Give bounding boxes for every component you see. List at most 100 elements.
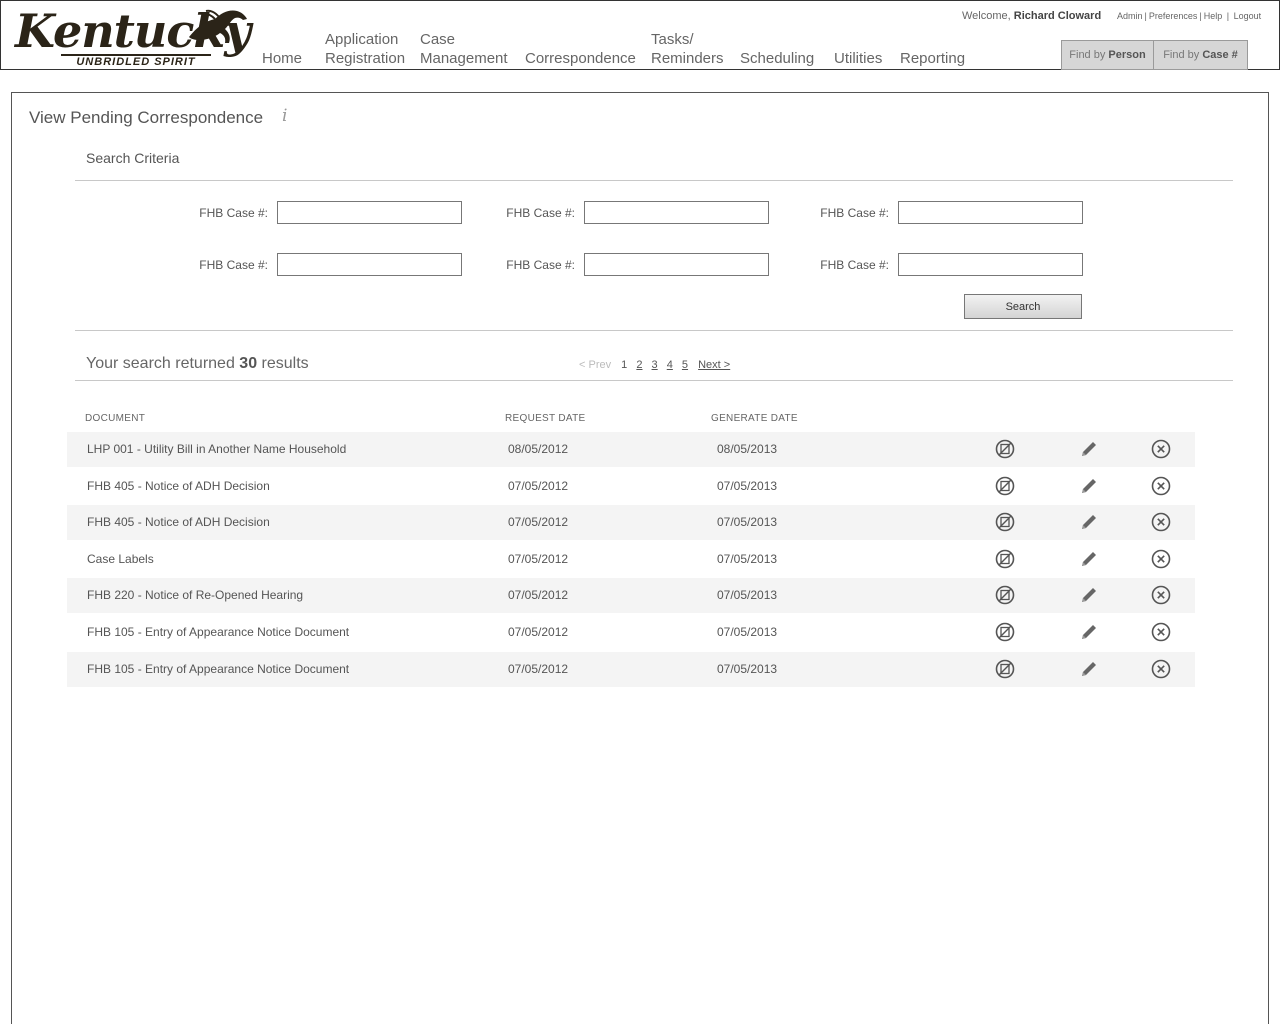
page-title: View Pending Correspondence bbox=[29, 108, 264, 127]
fhb-case-input-1[interactable] bbox=[277, 201, 462, 224]
admin-link[interactable]: Admin bbox=[1117, 11, 1143, 21]
utility-links: Admin | Preferences | Help | Logout bbox=[1117, 11, 1262, 21]
column-header-request-date[interactable]: REQUEST DATE bbox=[505, 413, 585, 424]
generate-date-cell: 07/05/2013 bbox=[717, 588, 778, 603]
request-date-cell: 07/05/2012 bbox=[508, 478, 569, 493]
nav-home-line1 bbox=[262, 30, 302, 49]
table-row[interactable]: FHB 105 - Entry of Appearance Notice Doc… bbox=[67, 651, 1195, 687]
request-date-cell: 07/05/2012 bbox=[508, 661, 569, 676]
kentucky-logo[interactable]: Kentucky UNBRIDLED SPIRIT bbox=[15, 7, 255, 69]
generate-date-cell: 08/05/2013 bbox=[717, 442, 778, 456]
nav-reporting-line1 bbox=[900, 30, 965, 49]
edit-pencil-icon[interactable] bbox=[1078, 658, 1100, 680]
divider bbox=[75, 330, 1233, 331]
table-row[interactable]: LHP 001 - Utility Bill in Another Name H… bbox=[67, 432, 1195, 467]
nav-reporting[interactable]: Reporting bbox=[900, 30, 965, 68]
nav-correspondence-label: Correspondence bbox=[525, 50, 636, 67]
view-document-icon[interactable] bbox=[994, 584, 1016, 606]
view-document-icon[interactable] bbox=[994, 658, 1016, 680]
view-document-icon[interactable] bbox=[994, 475, 1016, 497]
user-name: Richard Cloward bbox=[1013, 10, 1102, 22]
delete-circle-x-icon[interactable] bbox=[1150, 511, 1172, 533]
fhb-case-label-3: FHB Case #: bbox=[820, 206, 889, 220]
nav-utilities[interactable]: Utilities bbox=[834, 30, 882, 68]
delete-circle-x-icon[interactable] bbox=[1150, 584, 1172, 606]
nav-scheduling-line1 bbox=[740, 30, 814, 49]
pager-page-3[interactable]: 3 bbox=[652, 359, 658, 371]
request-date-cell: 07/05/2012 bbox=[508, 625, 569, 639]
nav-correspondence-line1 bbox=[525, 30, 636, 49]
column-header-document[interactable]: DOCUMENT bbox=[85, 413, 145, 424]
find-by-case-button[interactable]: Find by Case # bbox=[1153, 40, 1248, 70]
document-cell: FHB 220 - Notice of Re-Opened Hearing bbox=[87, 588, 304, 603]
fhb-case-input-3[interactable] bbox=[898, 201, 1083, 224]
nav-reporting-label: Reporting bbox=[900, 50, 966, 67]
preferences-link[interactable]: Preferences bbox=[1149, 11, 1198, 21]
delete-circle-x-icon[interactable] bbox=[1150, 658, 1172, 680]
table-row[interactable]: FHB 405 - Notice of ADH Decision 07/05/20… bbox=[67, 469, 1195, 504]
pager-next[interactable]: Next > bbox=[698, 359, 730, 371]
nav-scheduling-label: Scheduling bbox=[740, 50, 815, 67]
table-row[interactable]: FHB 105 - Entry of Appearance Notice Doc… bbox=[67, 615, 1195, 650]
nav-application-line1: Application bbox=[325, 31, 399, 48]
delete-circle-x-icon[interactable] bbox=[1150, 475, 1172, 497]
document-cell: FHB 105 - Entry of Appearance Notice Doc… bbox=[87, 625, 350, 639]
fhb-case-input-6[interactable] bbox=[898, 253, 1083, 276]
logo-tagline: UNBRIDLED SPIRIT bbox=[61, 54, 211, 68]
request-date-cell: 08/05/2012 bbox=[508, 442, 569, 456]
results-suffix: results bbox=[261, 355, 309, 372]
table-row[interactable]: FHB 220 - Notice of Re-Opened Hearing 07/… bbox=[67, 578, 1195, 614]
table-row[interactable]: Case Labels 07/05/2012 07/05/2013 bbox=[67, 542, 1195, 577]
view-document-icon[interactable] bbox=[994, 511, 1016, 533]
edit-pencil-icon[interactable] bbox=[1078, 548, 1100, 570]
generate-date-cell: 07/05/2013 bbox=[717, 661, 778, 676]
pager-page-4[interactable]: 4 bbox=[667, 359, 673, 371]
pager-page-2[interactable]: 2 bbox=[636, 359, 642, 371]
nav-application-registration[interactable]: Application Registration bbox=[325, 30, 405, 68]
generate-date-cell: 07/05/2013 bbox=[717, 625, 778, 639]
delete-circle-x-icon[interactable] bbox=[1150, 621, 1172, 643]
delete-circle-x-icon[interactable] bbox=[1150, 548, 1172, 570]
column-header-generate-date[interactable]: GENERATE DATE bbox=[711, 413, 798, 424]
table-row[interactable]: FHB 405 - Notice of ADH Decision 07/05/20… bbox=[67, 505, 1195, 541]
document-cell: Case Labels bbox=[87, 551, 154, 566]
nav-home[interactable]: Home bbox=[262, 30, 302, 68]
nav-application-line2: Registration bbox=[325, 50, 406, 67]
logout-link[interactable]: Logout bbox=[1234, 11, 1262, 21]
view-document-icon[interactable] bbox=[994, 548, 1016, 570]
help-link[interactable]: Help bbox=[1204, 11, 1223, 21]
nav-case-line1: Case bbox=[420, 31, 456, 48]
view-document-icon[interactable] bbox=[994, 621, 1016, 643]
edit-pencil-icon[interactable] bbox=[1078, 475, 1100, 497]
fhb-case-input-5[interactable] bbox=[584, 253, 769, 276]
nav-case-management[interactable]: Case Management bbox=[420, 30, 508, 68]
fhb-case-label-2: FHB Case #: bbox=[506, 206, 575, 220]
document-cell: FHB 405 - Notice of ADH Decision bbox=[87, 478, 270, 493]
fhb-case-input-4[interactable] bbox=[277, 253, 462, 276]
edit-pencil-icon[interactable] bbox=[1078, 511, 1100, 533]
nav-home-label: Home bbox=[262, 50, 303, 67]
results-count: 30 bbox=[239, 355, 258, 372]
delete-circle-x-icon[interactable] bbox=[1150, 438, 1172, 460]
edit-pencil-icon[interactable] bbox=[1078, 438, 1100, 460]
search-criteria-title: Search Criteria bbox=[86, 150, 180, 166]
pager-page-5[interactable]: 5 bbox=[682, 359, 688, 371]
info-icon[interactable]: i bbox=[282, 106, 287, 126]
document-cell: FHB 105 - Entry of Appearance Notice Doc… bbox=[87, 661, 350, 676]
find-by-person-button[interactable]: Find by Person bbox=[1061, 40, 1154, 70]
nav-tasks-line2: Reminders bbox=[651, 50, 724, 67]
document-cell: LHP 001 - Utility Bill in Another Name H… bbox=[87, 442, 347, 456]
fhb-case-label-1: FHB Case #: bbox=[199, 206, 268, 220]
nav-correspondence[interactable]: Correspondence bbox=[525, 30, 636, 68]
document-cell: FHB 405 - Notice of ADH Decision bbox=[87, 515, 270, 530]
view-document-icon[interactable] bbox=[994, 438, 1016, 460]
results-summary: Your search returned 30 results bbox=[86, 355, 309, 373]
find-case-prefix: Find by bbox=[1163, 49, 1200, 61]
nav-tasks-reminders[interactable]: Tasks/ Reminders bbox=[651, 30, 724, 68]
nav-scheduling[interactable]: Scheduling bbox=[740, 30, 814, 68]
edit-pencil-icon[interactable] bbox=[1078, 621, 1100, 643]
edit-pencil-icon[interactable] bbox=[1078, 584, 1100, 606]
fhb-case-input-2[interactable] bbox=[584, 201, 769, 224]
search-button[interactable]: Search bbox=[964, 294, 1082, 319]
welcome-message: Welcome, Richard Cloward bbox=[962, 10, 1101, 22]
